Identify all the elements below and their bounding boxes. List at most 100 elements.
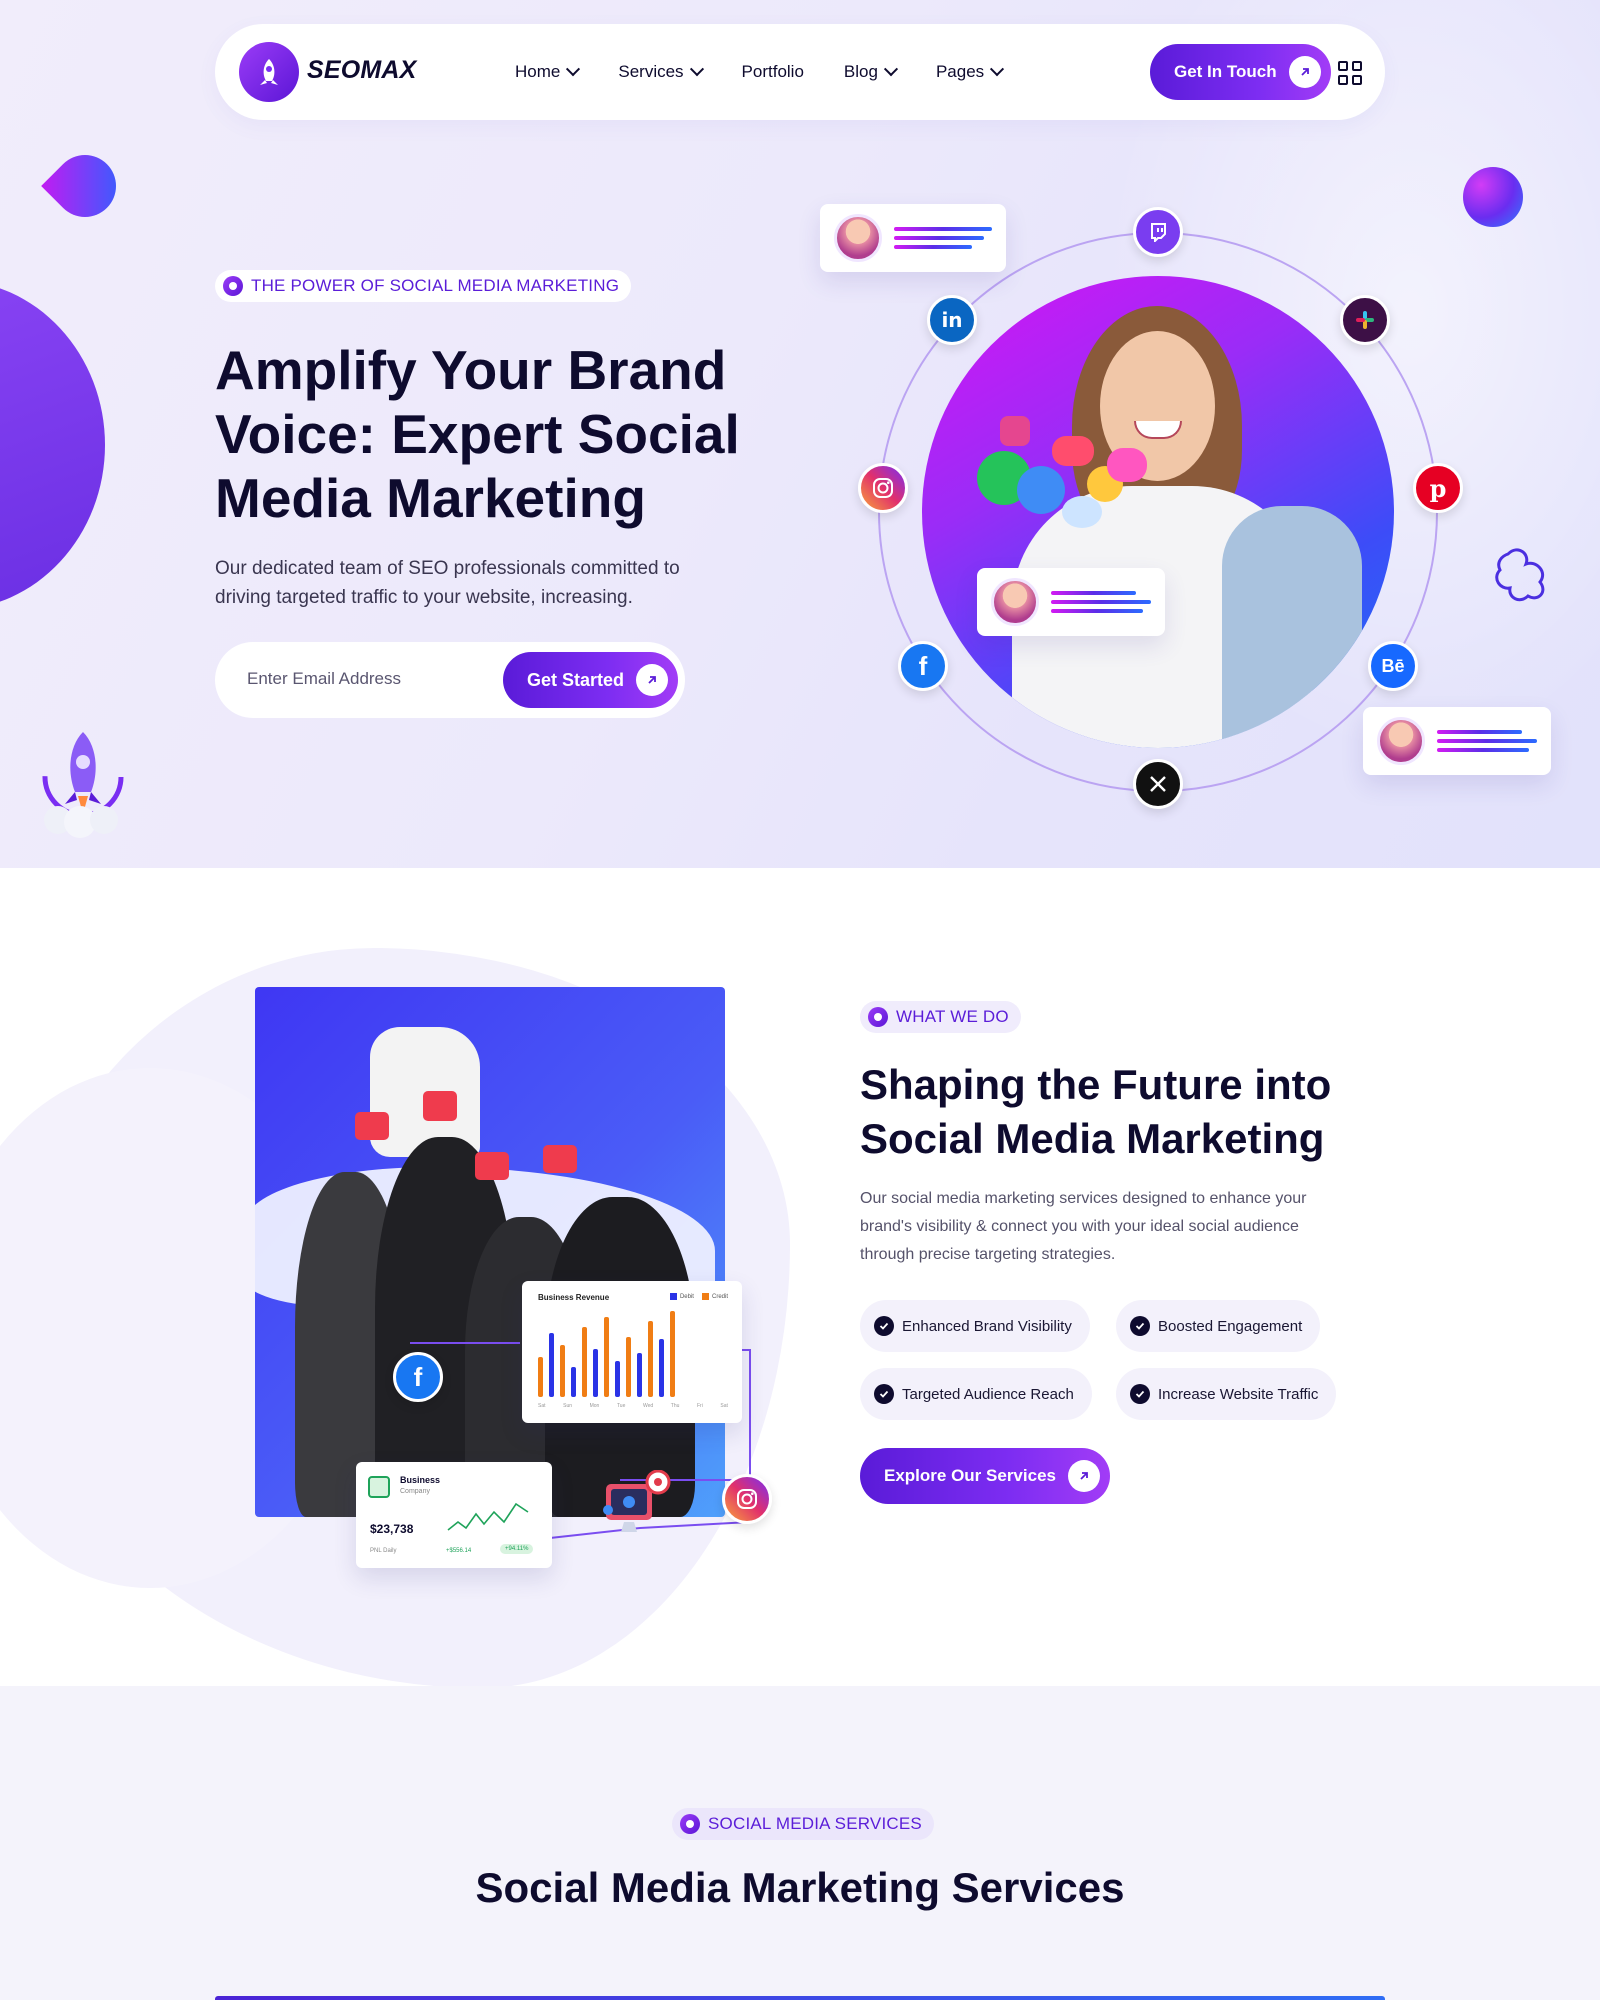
check-icon <box>874 1384 894 1404</box>
check-icon <box>874 1316 894 1336</box>
revenue-bar <box>648 1321 653 1397</box>
decorative-orb <box>1463 167 1523 227</box>
nav-item-pages[interactable]: Pages <box>936 62 1005 82</box>
heart-notification-icon <box>423 1091 457 1121</box>
nav-item-services[interactable]: Services <box>618 62 704 82</box>
chart-x-label: Sat <box>720 1403 728 1409</box>
facebook-icon[interactable]: f <box>898 641 948 691</box>
nav-item-portfolio[interactable]: Portfolio <box>742 62 804 82</box>
revenue-bar <box>571 1367 576 1397</box>
what-we-do-section: f Business Revenue Debit Credit Sat Sun Mo… <box>0 868 1600 1686</box>
revenue-bar <box>593 1349 598 1397</box>
email-subscribe-form: Enter Email Address Get Started <box>215 642 685 718</box>
section-description: Our social media marketing services desi… <box>860 1190 1307 1263</box>
revenue-bar <box>549 1333 554 1397</box>
profile-card <box>820 204 1006 272</box>
revenue-bar <box>538 1357 543 1397</box>
avatar <box>991 578 1039 626</box>
grid-menu-icon[interactable] <box>1338 61 1362 85</box>
section-title: Shaping the Future into Social Media Mar… <box>860 1061 1332 1162</box>
linkedin-icon[interactable]: in <box>927 295 977 345</box>
chart-x-label: Sun <box>563 1403 573 1409</box>
hero-title: Amplify Your Brand Voice: Expert Social … <box>215 339 740 529</box>
chart-x-label: Mon <box>589 1403 600 1409</box>
business-revenue-card: Business Revenue Debit Credit Sat Sun Mon T… <box>522 1281 742 1423</box>
get-in-touch-button[interactable]: Get In Touch <box>1150 44 1331 100</box>
user-notification-icon <box>543 1145 577 1173</box>
chevron-down-icon <box>689 62 704 77</box>
chart-x-label: Thu <box>670 1403 680 1409</box>
pinterest-icon[interactable]: p <box>1413 463 1463 513</box>
arrow-up-right-icon <box>1067 1460 1100 1492</box>
revenue-bar <box>659 1339 664 1397</box>
hero-section: SEOMAX Home Services Portfolio Blog Page… <box>0 0 1600 868</box>
what-we-do-tag: WHAT WE DO <box>860 1001 1021 1033</box>
facebook-icon: f <box>393 1352 443 1402</box>
revenue-bar <box>582 1327 587 1397</box>
slack-icon[interactable] <box>1340 295 1390 345</box>
avatar <box>1377 717 1425 765</box>
x-icon[interactable] <box>1133 759 1183 809</box>
pnl-sparkline <box>447 1502 529 1531</box>
behance-icon[interactable]: Bē <box>1368 641 1418 691</box>
rocket-illustration-icon <box>42 732 124 838</box>
explore-services-button[interactable]: Explore Our Services <box>860 1448 1110 1504</box>
chevron-down-icon <box>883 62 899 77</box>
services-tag: SOCIAL MEDIA SERVICES <box>672 1808 934 1840</box>
revenue-bar <box>670 1311 675 1397</box>
badge-icon <box>223 276 243 296</box>
feature-chip: Enhanced Brand Visibility <box>860 1300 1090 1352</box>
decorative-leaf-shape <box>41 142 129 230</box>
revenue-bar <box>626 1337 631 1397</box>
arrow-up-right-icon <box>1288 56 1321 88</box>
top-navbar: SEOMAX Home Services Portfolio Blog Page… <box>215 24 1385 120</box>
feature-chip: Targeted Audience Reach <box>860 1368 1092 1420</box>
chart-x-labels: Sat Sun Mon Tue Wed Thu Fri Sat <box>538 1403 728 1409</box>
user-notification-icon <box>355 1112 389 1140</box>
chart-x-label: Fri <box>696 1403 703 1409</box>
instagram-icon[interactable] <box>858 463 908 513</box>
hero-portrait <box>922 276 1394 748</box>
revenue-bar <box>604 1317 609 1397</box>
revenue-bar <box>615 1361 620 1397</box>
monitor-target-illustration-icon <box>603 1470 671 1532</box>
chevron-down-icon <box>566 62 581 77</box>
services-card-top-edge <box>215 1996 1385 2000</box>
services-section: SOCIAL MEDIA SERVICES Social Media Marke… <box>0 1686 1600 2000</box>
profile-card <box>1363 707 1551 775</box>
twitch-icon[interactable] <box>1133 207 1183 257</box>
nav-item-blog[interactable]: Blog <box>844 62 899 82</box>
hero-description: Our dedicated team of SEO professionals … <box>215 558 680 608</box>
chart-legend: Debit Credit <box>669 1293 728 1300</box>
main-menu: Home Services Portfolio Blog Pages <box>515 24 1042 120</box>
avatar <box>834 214 882 262</box>
rocket-logo-icon <box>260 59 278 85</box>
decorative-squiggle-icon <box>1495 548 1545 602</box>
pnl-card: Business Company $23,738 PNL Daily +$556… <box>356 1462 552 1568</box>
instagram-icon <box>722 1474 772 1524</box>
document-icon <box>368 1476 390 1498</box>
check-icon <box>1130 1384 1150 1404</box>
feature-chip: Boosted Engagement <box>1116 1300 1321 1352</box>
chart-x-label: Tue <box>616 1403 626 1409</box>
chart-x-label: Sat <box>538 1403 546 1409</box>
feature-chip: Increase Website Traffic <box>1116 1368 1337 1420</box>
decorative-wave <box>0 280 105 610</box>
chart-x-label: Wed <box>642 1403 654 1409</box>
hero-tag: THE POWER OF SOCIAL MEDIA MARKETING <box>215 270 632 302</box>
get-started-button[interactable]: Get Started <box>503 652 679 708</box>
brand-name[interactable]: SEOMAX <box>307 56 417 85</box>
services-title: Social Media Marketing Services <box>475 1864 1125 1911</box>
profile-card <box>977 568 1165 636</box>
badge-icon <box>868 1007 888 1027</box>
chevron-down-icon <box>990 62 1005 77</box>
comment-notification-icon <box>475 1152 509 1180</box>
email-input[interactable]: Enter Email Address <box>247 669 401 689</box>
badge-icon <box>680 1814 700 1834</box>
nav-item-home[interactable]: Home <box>515 62 581 82</box>
arrow-up-right-icon <box>636 664 669 696</box>
check-icon <box>1130 1316 1150 1336</box>
revenue-bar <box>637 1353 642 1397</box>
logo-icon[interactable] <box>239 42 299 102</box>
revenue-bars <box>538 1311 728 1397</box>
